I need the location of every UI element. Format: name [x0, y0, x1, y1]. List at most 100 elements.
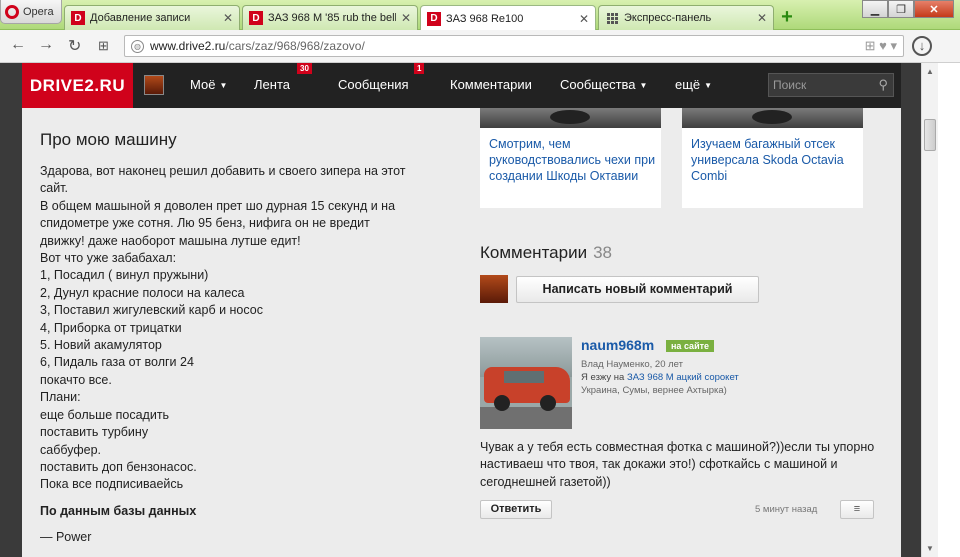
lenta-count-badge: 30 [297, 63, 312, 74]
about-line: Плани: [40, 390, 81, 405]
comment-timestamp: 5 минут назад [755, 504, 818, 515]
window-close-icon[interactable]: ✕ [914, 0, 954, 18]
article-image [682, 108, 863, 128]
about-line: 6, Пидаль газа от волги 24 [40, 355, 194, 370]
drive2-favicon-icon: D [249, 11, 263, 25]
page-viewport: DRIVE2.RU Моё ▼ Лента 30 Сообщения 1 Комм… [0, 63, 960, 557]
commenter-car-link[interactable]: ЗАЗ 968 М ацкий сорокет [627, 372, 739, 383]
about-line: спидометре уже сотня. Лю 95 бенз, нифига… [40, 216, 370, 231]
article-card[interactable]: Изучаем багажный отсек универсала Skoda … [682, 108, 863, 208]
about-car-title: Про мою машину [40, 130, 177, 149]
address-bar[interactable]: ◍ www.drive2.ru/cars/zaz/968/968/zazovo/… [124, 35, 904, 57]
about-line: еще больше посадить [40, 407, 170, 422]
opera-menu-button[interactable]: Opera [0, 0, 62, 24]
menu-comments[interactable]: Комментарии [450, 77, 532, 92]
menu-moe[interactable]: Моё ▼ [190, 77, 227, 92]
database-info-item: — Power [40, 530, 92, 544]
chevron-down-icon: ▼ [704, 81, 713, 91]
globe-icon: ◍ [131, 39, 144, 53]
comments-heading: Комментарии 38 [480, 243, 612, 263]
download-icon[interactable]: ↓ [912, 36, 932, 56]
article-image [480, 108, 661, 128]
forward-icon[interactable]: → [38, 36, 54, 54]
browser-tabbar: Opera D Добавление записи ✕ D ЗАЗ 968 М … [0, 0, 960, 31]
chevron-down-icon: ▼ [639, 81, 648, 91]
commenter-username[interactable]: naum968m [581, 337, 654, 353]
tab-close-icon[interactable]: ✕ [401, 11, 411, 25]
speed-dial-icon [605, 11, 619, 25]
maximize-icon[interactable]: ❐ [888, 0, 914, 18]
bookmark-heart-icon[interactable]: ⊞ ♥ ▾ [865, 38, 897, 54]
about-line: поставить турбину [40, 425, 149, 440]
search-placeholder: Поиск [773, 78, 807, 92]
tab-zaz-re100[interactable]: D ЗАЗ 968 Re100 ✕ [420, 5, 596, 31]
url-path: /cars/zaz/968/968/zazovo/ [225, 39, 365, 53]
menu-messages[interactable]: Сообщения [338, 77, 409, 92]
tab-title: ЗАЗ 968 Re100 [446, 12, 524, 25]
comment-text: Чувак а у тебя есть совместная фотка с м… [480, 440, 875, 489]
about-line: 3, Поставил жигулевский карб и носос [40, 303, 263, 318]
about-line: покачто все. [40, 372, 112, 387]
menu-lenta-label: Лента [254, 77, 290, 92]
drive2-favicon-icon: D [427, 11, 441, 26]
article-card[interactable]: Смотрим, чем руководствовались чехи при … [480, 108, 661, 208]
comments-title: Комментарии [480, 243, 588, 262]
menu-moe-label: Моё [190, 77, 216, 92]
scroll-down-icon[interactable]: ▼ [926, 544, 934, 553]
commenter-car-prefix: Я езжу на [581, 372, 625, 383]
tab-title: Добавление записи [90, 12, 191, 24]
scrollbar-thumb[interactable] [924, 119, 936, 151]
page-scrollbar[interactable]: ▲ ▼ [921, 63, 938, 557]
site-header: DRIVE2.RU Моё ▼ Лента 30 Сообщения 1 Комм… [22, 63, 901, 108]
window-controls: ▁ ❐ ✕ [862, 0, 954, 18]
tab-add-post[interactable]: D Добавление записи ✕ [64, 5, 240, 30]
tab-title: ЗАЗ 968 М '85 rub the bell [268, 12, 396, 24]
reload-icon[interactable]: ↻ [68, 36, 81, 56]
about-line: Вот что уже забабахал: [40, 251, 177, 266]
menu-communities[interactable]: Сообщества ▼ [560, 77, 647, 92]
browser-navbar: ← → ↻ ⊞ ◍ www.drive2.ru/cars/zaz/968/968… [0, 30, 960, 63]
tab-close-icon[interactable]: ✕ [223, 11, 233, 25]
menu-more-label: ещё [675, 77, 701, 92]
about-line: Пока все подписиваейсь [40, 477, 184, 492]
write-comment-button[interactable]: Написать новый комментарий [516, 276, 759, 303]
article-card-title[interactable]: Смотрим, чем руководствовались чехи при … [489, 136, 657, 184]
site-logo[interactable]: DRIVE2.RU [22, 63, 133, 108]
about-line: 2, Дунул красние полоси на калеса [40, 285, 245, 300]
about-car-text: Здарова, вот наконец решил добавить и св… [40, 163, 430, 494]
menu-lenta[interactable]: Лента [254, 77, 290, 92]
back-icon[interactable]: ← [10, 36, 26, 54]
about-line: саббуфер. [40, 442, 102, 457]
speed-dial-grid-icon[interactable]: ⊞ [98, 38, 109, 54]
menu-comments-label: Комментарии [450, 77, 532, 92]
about-line: 5. Новий акамулятор [40, 338, 162, 353]
search-icon[interactable]: ⚲ [878, 74, 888, 96]
user-avatar[interactable] [144, 75, 164, 95]
my-avatar[interactable] [480, 275, 508, 303]
new-tab-button[interactable]: + [777, 7, 797, 28]
menu-communities-label: Сообщества [560, 77, 636, 92]
search-input[interactable]: Поиск ⚲ [768, 73, 894, 97]
tab-zaz-rub-the-bell[interactable]: D ЗАЗ 968 М '85 rub the bell ✕ [242, 5, 418, 30]
about-line: 4, Приборка от трицатки [40, 320, 182, 335]
article-card-title[interactable]: Изучаем багажный отсек универсала Skoda … [691, 136, 859, 184]
photo-car-window [504, 371, 544, 383]
commenter-car-photo[interactable] [480, 337, 572, 429]
about-line: движку! даже наоборот машына лутше едит! [40, 233, 301, 248]
commenter-car: Я езжу на ЗАЗ 968 М ацкий сорокет [581, 372, 739, 383]
online-status-badge: на сайте [666, 340, 715, 352]
minimize-icon[interactable]: ▁ [862, 0, 888, 18]
photo-car-wheel [494, 395, 510, 411]
messages-count-badge: 1 [414, 63, 425, 74]
photo-car-wheel [540, 395, 556, 411]
menu-more[interactable]: ещё ▼ [675, 77, 712, 92]
reply-button[interactable]: Ответить [480, 500, 552, 519]
tab-speed-dial[interactable]: Экспресс-панель ✕ [598, 5, 774, 30]
about-line: 1, Посадил ( винул пружыни) [40, 268, 209, 283]
commenter-location: Украина, Сумы, вернее Ахтырка) [581, 385, 727, 396]
tab-close-icon[interactable]: ✕ [757, 11, 767, 25]
scroll-up-icon[interactable]: ▲ [926, 67, 934, 76]
tab-close-icon[interactable]: ✕ [579, 12, 589, 26]
tab-title: Экспресс-панель [624, 12, 712, 24]
comment-menu-icon[interactable]: ≡ [840, 500, 874, 519]
